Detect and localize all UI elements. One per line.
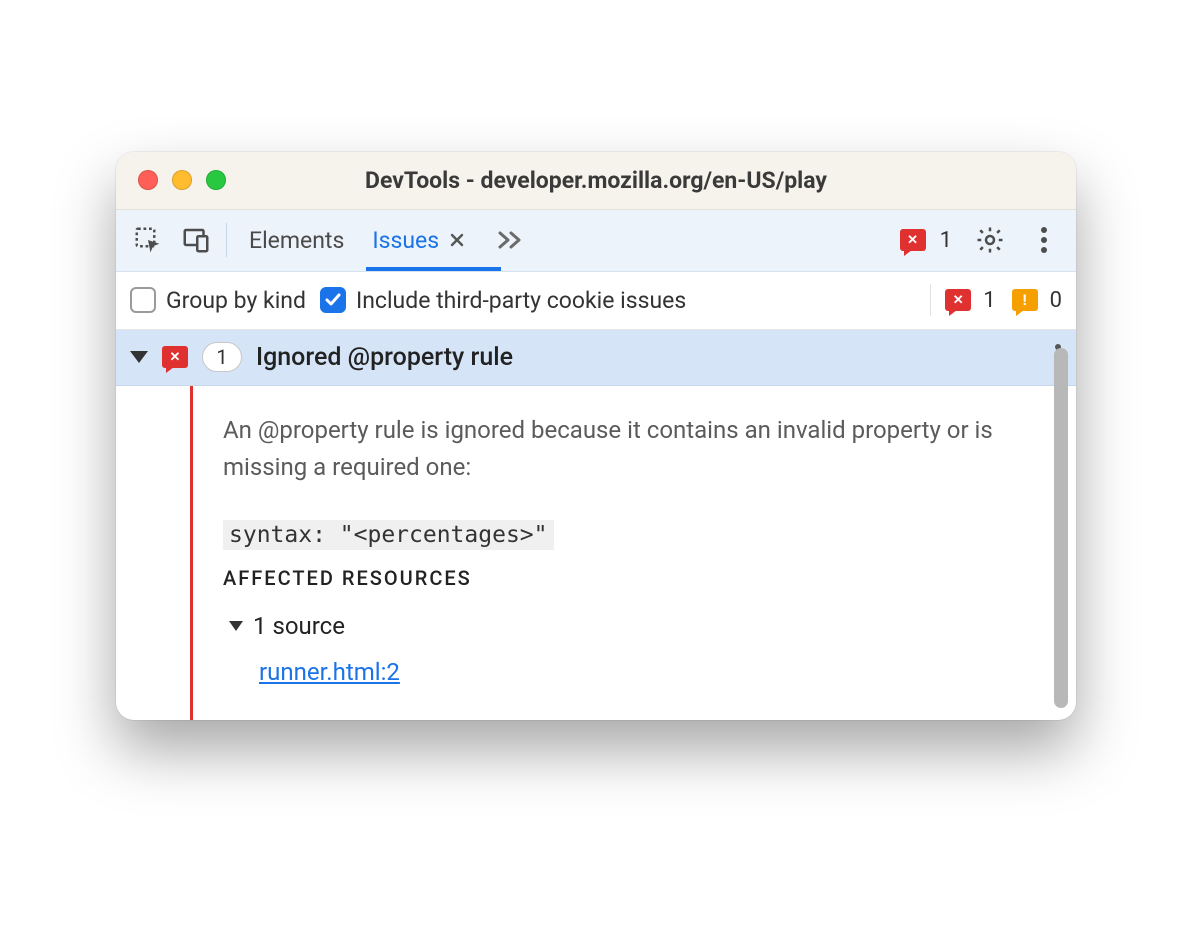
error-count: 1: [940, 228, 952, 253]
sources-summary: 1 source: [253, 612, 345, 640]
close-tab-icon[interactable]: [449, 232, 465, 248]
checkbox-unchecked-icon: [130, 287, 156, 313]
warning-count-badge[interactable]: !: [1012, 289, 1038, 311]
scrollbar-thumb[interactable]: [1054, 348, 1068, 708]
sources-disclosure[interactable]: 1 source: [229, 612, 1036, 640]
issue-description: An @property rule is ignored because it …: [223, 412, 1036, 486]
issue-severity-error-icon: ✕: [162, 346, 188, 368]
tab-label: Elements: [249, 227, 344, 254]
scrollbar[interactable]: [1054, 340, 1068, 704]
issue-count: 1: [216, 345, 227, 369]
group-by-kind-toggle[interactable]: Group by kind: [130, 287, 306, 314]
disclosure-triangle-icon: [229, 621, 243, 631]
options-error-count: 1: [983, 288, 995, 313]
window-title: DevTools - developer.mozilla.org/en-US/p…: [116, 167, 1076, 194]
affected-resources-label: AFFECTED RESOURCES: [223, 566, 1036, 590]
device-toolbar-icon[interactable]: [174, 218, 218, 262]
tab-issues[interactable]: Issues: [358, 210, 479, 271]
include-third-party-label: Include third-party cookie issues: [356, 287, 686, 314]
settings-icon[interactable]: [968, 218, 1012, 262]
source-link[interactable]: runner.html:2: [259, 658, 400, 686]
separator: [226, 223, 227, 257]
tabstrip: Elements Issues ✕ 1: [116, 210, 1076, 272]
group-by-kind-label: Group by kind: [166, 287, 306, 314]
titlebar: DevTools - developer.mozilla.org/en-US/p…: [116, 152, 1076, 210]
error-count-badge[interactable]: ✕: [945, 289, 971, 311]
inspect-element-icon[interactable]: [126, 218, 170, 262]
error-count-badge[interactable]: ✕: [900, 229, 926, 251]
error-icon: ✕: [907, 234, 918, 247]
issue-header[interactable]: ✕ 1 Ignored @property rule: [116, 330, 1076, 386]
issue-title: Ignored @property rule: [256, 343, 513, 372]
separator: [930, 284, 931, 316]
issue-body: An @property rule is ignored because it …: [116, 386, 1076, 720]
tab-label: Issues: [372, 227, 439, 254]
tab-elements[interactable]: Elements: [235, 210, 358, 271]
more-tabs-icon[interactable]: [489, 218, 533, 262]
checkbox-checked-icon: [320, 287, 346, 313]
warning-icon: !: [1023, 291, 1027, 309]
kebab-menu-icon[interactable]: [1022, 218, 1066, 262]
issue-count-pill: 1: [202, 342, 242, 372]
include-third-party-toggle[interactable]: Include third-party cookie issues: [320, 287, 686, 314]
options-warning-count: 0: [1050, 288, 1062, 313]
disclosure-triangle-icon[interactable]: [130, 351, 148, 363]
issue-code-snippet: syntax: "<percentages>": [223, 520, 554, 550]
issues-options-bar: Group by kind Include third-party cookie…: [116, 272, 1076, 330]
devtools-window: DevTools - developer.mozilla.org/en-US/p…: [116, 152, 1076, 720]
error-icon: ✕: [953, 294, 964, 307]
